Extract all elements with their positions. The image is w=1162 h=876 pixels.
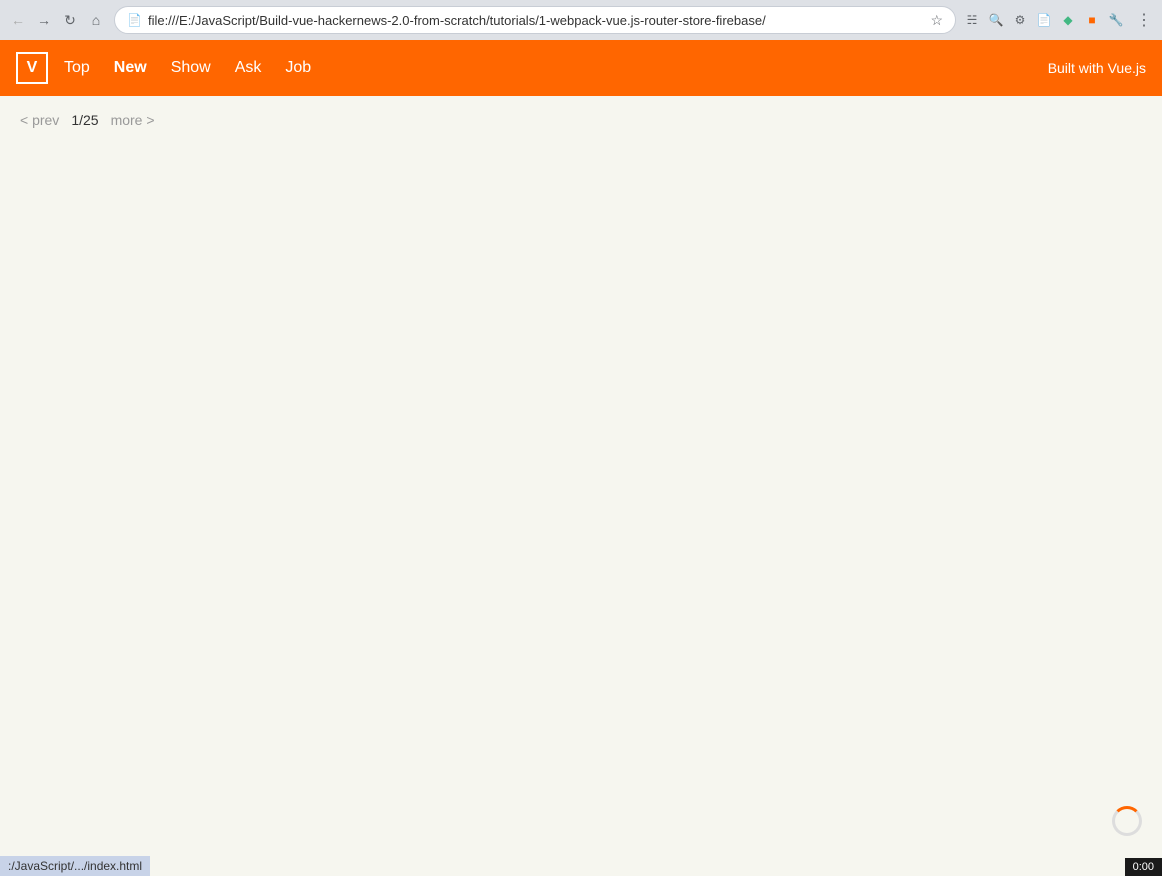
ext-icon-devtools[interactable]: 🔧 (1106, 10, 1126, 30)
address-bar[interactable]: 📄 ☆ (114, 6, 956, 34)
browser-nav-buttons: ← → ↻ ⌂ (6, 8, 108, 32)
address-bar-input[interactable] (148, 13, 924, 28)
next-page-link[interactable]: more > (111, 112, 155, 128)
nav-links: Top New Show Ask Job (64, 59, 1048, 77)
nav-link-job[interactable]: Job (285, 59, 311, 77)
browser-menu-button[interactable]: ⋮ (1132, 8, 1156, 32)
prev-page-link[interactable]: < prev (20, 112, 59, 128)
address-bar-lock-icon: 📄 (127, 13, 142, 27)
refresh-button[interactable]: ↻ (58, 8, 82, 32)
nav-link-top[interactable]: Top (64, 59, 90, 77)
nav-link-ask[interactable]: Ask (235, 59, 262, 77)
page-info: 1/25 (71, 112, 98, 128)
nav-right-text: Built with Vue.js (1048, 60, 1146, 76)
back-button[interactable]: ← (6, 8, 30, 32)
forward-button[interactable]: → (32, 8, 56, 32)
loading-spinner (1112, 806, 1142, 836)
ext-icon-pdf[interactable]: 📄 (1034, 10, 1054, 30)
browser-toolbar: ← → ↻ ⌂ 📄 ☆ ☵ 🔍 ⚙ 📄 ◆ ■ 🔧 ⋮ (0, 0, 1162, 40)
ext-icon-1[interactable]: ☵ (962, 10, 982, 30)
status-bar: :/JavaScript/.../index.html (0, 856, 150, 876)
nav-link-new[interactable]: New (114, 59, 147, 77)
browser-extensions: ☵ 🔍 ⚙ 📄 ◆ ■ 🔧 (962, 10, 1126, 30)
ext-icon-2[interactable]: 🔍 (986, 10, 1006, 30)
app-navbar: V Top New Show Ask Job Built with Vue.js (0, 40, 1162, 96)
ext-icon-vuejs[interactable]: ◆ (1058, 10, 1078, 30)
ext-icon-5[interactable]: ■ (1082, 10, 1102, 30)
main-content: < prev 1/25 more > (0, 96, 1162, 796)
nav-link-show[interactable]: Show (171, 59, 211, 77)
app-logo: V (16, 52, 48, 84)
home-button[interactable]: ⌂ (84, 8, 108, 32)
bookmark-icon[interactable]: ☆ (930, 12, 943, 29)
pagination-bar: < prev 1/25 more > (0, 96, 1162, 144)
browser-chrome: ← → ↻ ⌂ 📄 ☆ ☵ 🔍 ⚙ 📄 ◆ ■ 🔧 ⋮ (0, 0, 1162, 40)
browser-time: 0:00 (1125, 858, 1162, 876)
ext-icon-3[interactable]: ⚙ (1010, 10, 1030, 30)
